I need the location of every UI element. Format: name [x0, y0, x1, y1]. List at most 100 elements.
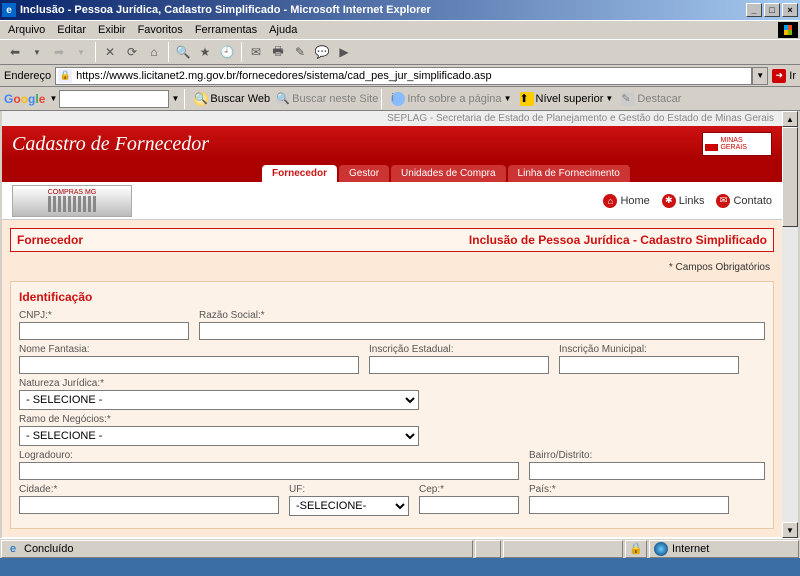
menu-arquivo[interactable]: Arquivo	[2, 22, 51, 38]
form-title-right: Inclusão de Pessoa Jurídica - Cadastro S…	[469, 233, 767, 247]
address-bar: Endereço 🔒 https://wwws.licitanet2.mg.go…	[0, 65, 800, 87]
label-nome-fantasia: Nome Fantasia:	[19, 344, 359, 355]
globe-icon	[654, 542, 668, 556]
history-button[interactable]: 🕘	[217, 42, 237, 62]
discuss-button[interactable]: 💬	[312, 42, 332, 62]
scroll-track[interactable]	[782, 227, 798, 522]
vertical-scrollbar[interactable]: ▲ ▼	[782, 111, 798, 538]
menu-bar: Arquivo Editar Exibir Favoritos Ferramen…	[0, 20, 800, 39]
mail-button[interactable]: ✉	[246, 42, 266, 62]
input-logradouro[interactable]	[19, 462, 519, 480]
page-favicon-icon: 🔒	[58, 69, 72, 83]
search-web-icon: 🔍	[194, 92, 208, 106]
back-drop-icon[interactable]: ▼	[27, 42, 47, 62]
red-header: Cadastro de Fornecedor MINAS GERAIS	[2, 126, 782, 162]
input-razao[interactable]	[199, 322, 765, 340]
scroll-down-icon[interactable]: ▼	[782, 522, 798, 538]
select-nat-jur[interactable]: - SELECIONE -	[19, 390, 419, 410]
url-text: https://wwws.licitanet2.mg.gov.br/fornec…	[76, 70, 492, 82]
select-uf[interactable]: -SELECIONE-	[289, 496, 409, 516]
input-pais[interactable]	[529, 496, 729, 514]
google-buscar-site[interactable]: 🔍Buscar neste Site	[276, 92, 378, 106]
tab-unidades[interactable]: Unidades de Compra	[391, 165, 506, 182]
banner-label: COMPRAS MG	[48, 189, 97, 196]
tab-linha[interactable]: Linha de Fornecimento	[508, 165, 630, 182]
maximize-button[interactable]: □	[764, 3, 780, 17]
menu-favoritos[interactable]: Favoritos	[132, 22, 189, 38]
mg-flag-icon	[705, 137, 718, 151]
tab-fornecedor[interactable]: Fornecedor	[262, 165, 337, 182]
back-button[interactable]: ⬅	[5, 42, 25, 62]
realplayer-button[interactable]: ▶	[334, 42, 354, 62]
menu-editar[interactable]: Editar	[51, 22, 92, 38]
close-button[interactable]: ×	[782, 3, 798, 17]
favorites-button[interactable]: ★	[195, 42, 215, 62]
edit-button[interactable]: ✎	[290, 42, 310, 62]
forward-drop-icon[interactable]: ▼	[71, 42, 91, 62]
label-bairro: Bairro/Distrito:	[529, 450, 765, 461]
label-logradouro: Logradouro:	[19, 450, 519, 461]
forward-button[interactable]: ➡	[49, 42, 69, 62]
select-ramo[interactable]: - SELECIONE -	[19, 426, 419, 446]
label-pais: País:*	[529, 484, 729, 495]
input-cep[interactable]	[419, 496, 519, 514]
menu-exibir[interactable]: Exibir	[92, 22, 132, 38]
links-icon: ✱	[662, 194, 676, 208]
menu-ajuda[interactable]: Ajuda	[263, 22, 303, 38]
home-button[interactable]: ⌂	[144, 42, 164, 62]
address-input[interactable]: 🔒 https://wwws.licitanet2.mg.gov.br/forn…	[55, 67, 752, 85]
link-links[interactable]: ✱Links	[662, 194, 705, 208]
seplag-header: SEPLAG - Secretaria de Estado de Planeja…	[2, 111, 782, 126]
required-note: * Campos Obrigatórios	[10, 262, 774, 273]
google-buscar-web[interactable]: 🔍Buscar Web	[194, 92, 270, 106]
contato-icon: ✉	[716, 194, 730, 208]
status-lock: 🔒	[625, 540, 647, 558]
google-destacar[interactable]: ✎Destacar	[621, 92, 681, 106]
refresh-button[interactable]: ⟳	[122, 42, 142, 62]
search-button[interactable]: 🔍	[173, 42, 193, 62]
link-contato[interactable]: ✉Contato	[716, 194, 772, 208]
go-button[interactable]: ➜Ir	[772, 69, 796, 83]
link-home[interactable]: ⌂Home	[603, 194, 649, 208]
google-search-drop-icon[interactable]: ▼	[169, 94, 181, 103]
tab-strip: Fornecedor Gestor Unidades de Compra Lin…	[2, 162, 782, 182]
input-cidade[interactable]	[19, 496, 279, 514]
scroll-thumb[interactable]	[782, 127, 798, 227]
label-nat-jur: Natureza Jurídica:*	[19, 378, 419, 389]
app-title: Cadastro de Fornecedor	[12, 133, 209, 156]
tab-gestor[interactable]: Gestor	[339, 165, 389, 182]
address-dropdown-icon[interactable]: ▼	[752, 67, 768, 85]
google-nivel[interactable]: ⬆Nível superior	[520, 92, 604, 106]
input-inscr-est[interactable]	[369, 356, 549, 374]
scroll-up-icon[interactable]: ▲	[782, 111, 798, 127]
menu-ferramentas[interactable]: Ferramentas	[189, 22, 263, 38]
google-logo[interactable]: Google	[4, 92, 45, 106]
google-menu-drop-icon[interactable]: ▼	[47, 94, 59, 103]
ie-status-icon: e	[6, 542, 20, 556]
google-info[interactable]: iInfo sobre a página	[391, 92, 501, 106]
label-cep: Cep:*	[419, 484, 519, 495]
stop-button[interactable]: ✕	[100, 42, 120, 62]
input-cnpj[interactable]	[19, 322, 189, 340]
print-button[interactable]: 🖶	[268, 42, 288, 62]
window-title: Inclusão - Pessoa Jurídica, Cadastro Sim…	[20, 4, 431, 16]
google-info-drop-icon[interactable]: ▼	[502, 94, 514, 103]
status-zone: Internet	[649, 540, 799, 558]
toolbar: ⬅ ▼ ➡ ▼ ✕ ⟳ ⌂ 🔍 ★ 🕘 ✉ 🖶 ✎ 💬 ▶	[0, 39, 800, 65]
google-nivel-drop-icon[interactable]: ▼	[603, 94, 615, 103]
content-area: SEPLAG - Secretaria de Estado de Planeja…	[0, 111, 800, 538]
input-bairro[interactable]	[529, 462, 765, 480]
input-inscr-mun[interactable]	[559, 356, 739, 374]
minimize-button[interactable]: _	[746, 3, 762, 17]
label-cidade: Cidade:*	[19, 484, 279, 495]
google-search-input[interactable]	[59, 90, 169, 108]
form-title-bar: Fornecedor Inclusão de Pessoa Jurídica -…	[10, 228, 774, 252]
ie-icon: e	[2, 3, 16, 17]
go-icon: ➜	[772, 69, 786, 83]
label-razao: Razão Social:*	[199, 310, 765, 321]
search-site-icon: 🔍	[276, 92, 290, 106]
input-nome-fantasia[interactable]	[19, 356, 359, 374]
lock-icon: 🔒	[629, 542, 643, 555]
address-label: Endereço	[4, 70, 51, 82]
status-empty2	[503, 540, 623, 558]
